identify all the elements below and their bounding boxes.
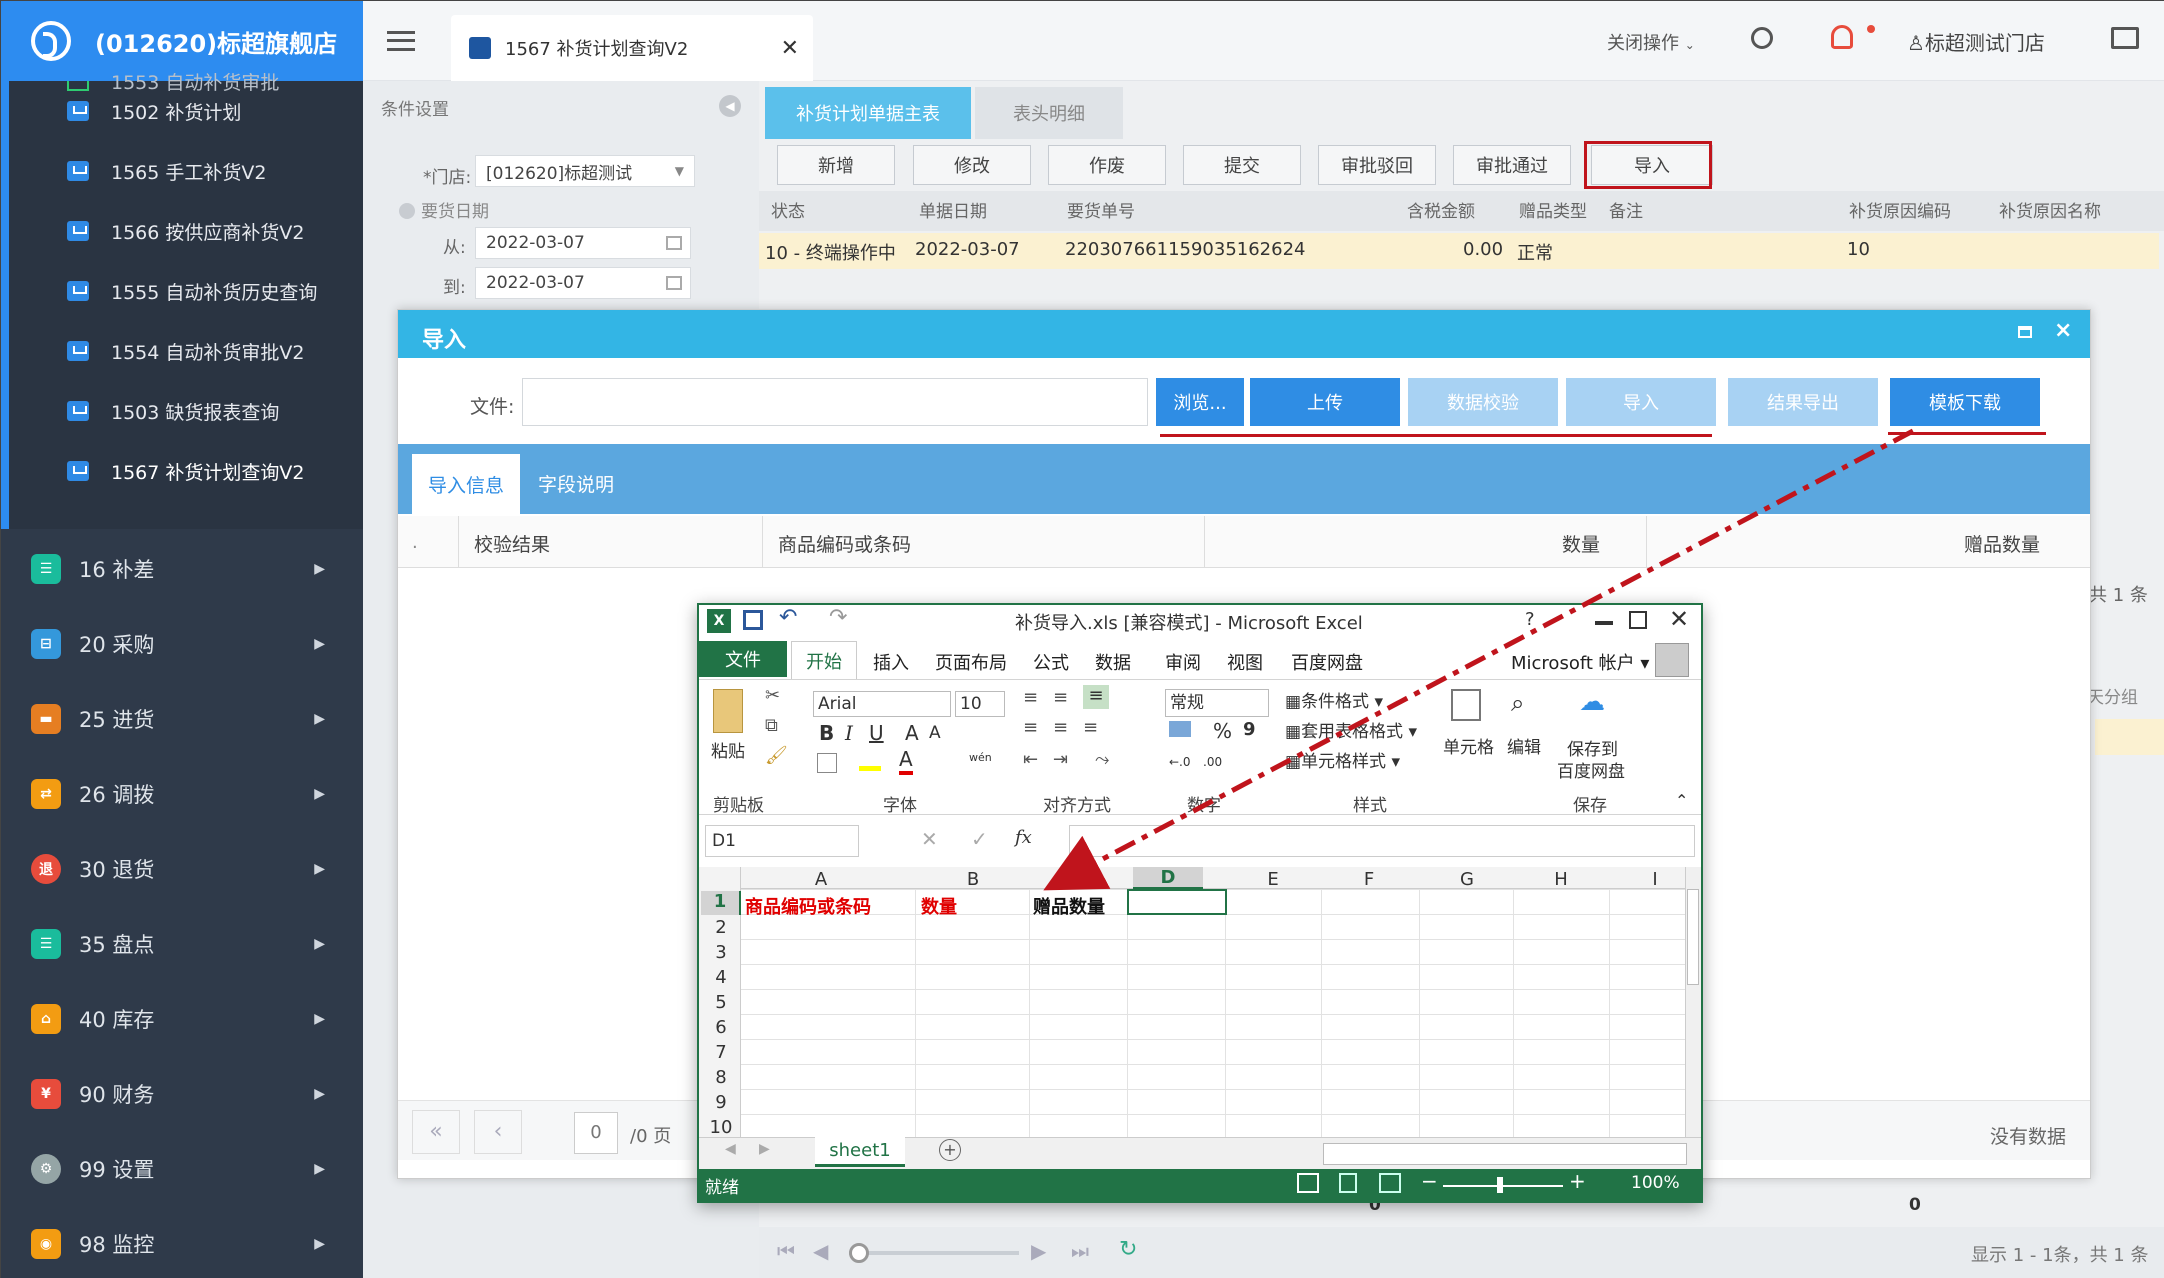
annotation-arrow: [1043, 428, 1915, 891]
arrow-line: [1043, 428, 1915, 891]
